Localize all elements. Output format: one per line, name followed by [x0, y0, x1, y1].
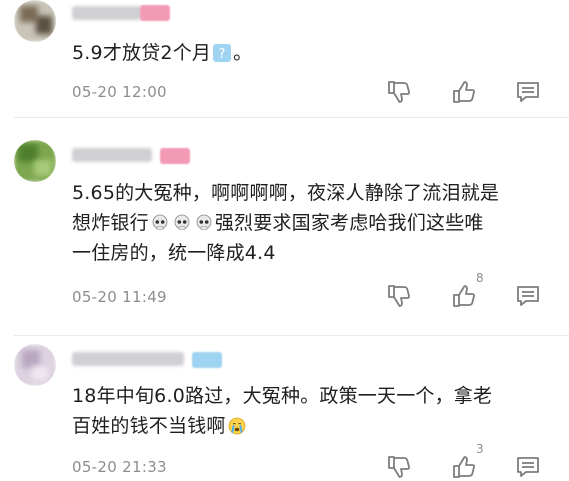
- comment-icon: [517, 457, 539, 477]
- comment-text: 5.9才放贷2个月?。: [72, 41, 253, 64]
- comment-item: 5.9才放贷2个月?。 05-20 12:00: [0, 0, 569, 118]
- skull-emoji-icon: [195, 211, 213, 230]
- user-badge: [160, 148, 190, 164]
- like-button[interactable]: [450, 78, 478, 106]
- avatar[interactable]: [14, 0, 56, 42]
- comment-text: 18年中旬6.0路过，大冤种。政策一天一个，拿老 百姓的钱不当钱啊: [72, 385, 493, 437]
- user-badge: [140, 5, 170, 21]
- svg-text:?: ?: [219, 47, 226, 62]
- username-blurred[interactable]: [72, 6, 142, 20]
- comment-item: 5.65的大冤种，啊啊啊啊，夜深人静除了流泪就是 想炸银行 强烈要求国家考虑哈我们…: [0, 118, 569, 336]
- like-button[interactable]: [450, 453, 478, 481]
- avatar[interactable]: [14, 140, 56, 182]
- comment-icon: [517, 286, 539, 306]
- reply-button[interactable]: [514, 282, 542, 310]
- thumbs-down-icon: [388, 285, 410, 307]
- comment-icon: [517, 82, 539, 102]
- thumbs-down-icon: [388, 81, 410, 103]
- thumbs-up-icon: [453, 285, 475, 307]
- thumbs-down-icon: [388, 456, 410, 478]
- thumbs-up-icon: [453, 456, 475, 478]
- comment-item: 18年中旬6.0路过，大冤种。政策一天一个，拿老 百姓的钱不当钱啊 05-20 …: [0, 336, 569, 481]
- thumbs-up-icon: [453, 81, 475, 103]
- dislike-button[interactable]: [385, 78, 413, 106]
- crying-face-emoji-icon: [228, 414, 246, 435]
- comment-time: 05-20 11:49: [72, 288, 167, 306]
- dislike-button[interactable]: [385, 453, 413, 481]
- reply-button[interactable]: [514, 453, 542, 481]
- skull-emoji-icon: [173, 211, 191, 230]
- avatar[interactable]: [14, 344, 56, 386]
- username-blurred[interactable]: [72, 352, 184, 366]
- reply-button[interactable]: [514, 78, 542, 106]
- like-count: 8: [476, 271, 484, 285]
- username-blurred[interactable]: [72, 148, 152, 162]
- comment-time: 05-20 21:33: [72, 458, 167, 476]
- dislike-button[interactable]: [385, 282, 413, 310]
- comment-time: 05-20 12:00: [72, 83, 167, 101]
- comment-text: 5.65的大冤种，啊啊啊啊，夜深人静除了流泪就是 想炸银行 强烈要求国家考虑哈我们…: [72, 182, 500, 264]
- user-badge: [192, 352, 222, 368]
- like-button[interactable]: [450, 282, 478, 310]
- like-count: 3: [476, 442, 484, 456]
- question-emoji-icon: ?: [213, 41, 232, 62]
- skull-emoji-icon: [151, 211, 169, 230]
